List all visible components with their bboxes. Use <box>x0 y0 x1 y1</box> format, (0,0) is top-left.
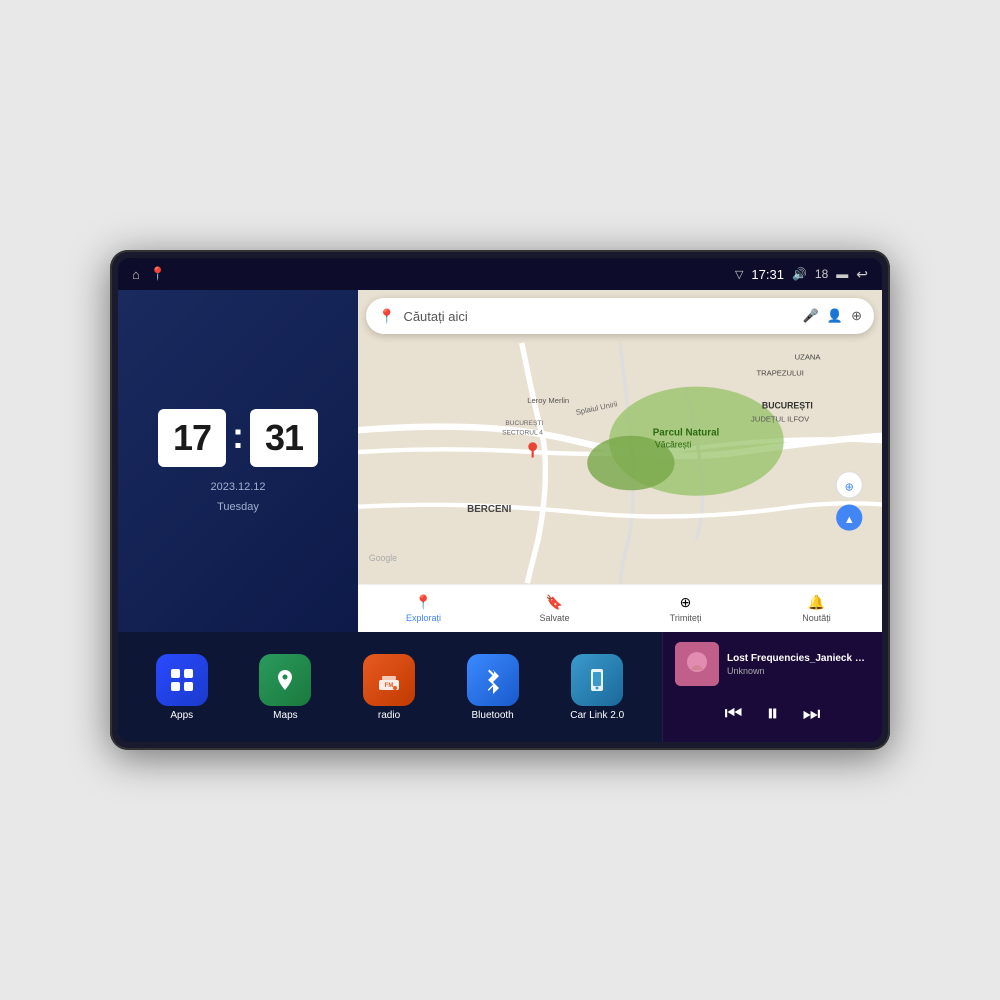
map-bottom-nav: 📍 Explorați 🔖 Salvate ⊕ Trimiteți 🔔 <box>358 584 882 632</box>
apps-label: Apps <box>170 710 193 721</box>
music-top-area: Lost Frequencies_Janieck Devy-... Unknow… <box>675 642 870 686</box>
app-item-radio[interactable]: FM radio <box>363 654 415 721</box>
bottom-section: Apps Maps <box>118 632 882 742</box>
app-item-apps[interactable]: Apps <box>156 654 208 721</box>
clock-minutes: 31 <box>250 409 318 467</box>
map-svg: Parcul Natural Văcărești BUCUREȘTI JUDEȚ… <box>358 342 882 584</box>
volume-icon: 🔊 <box>792 267 807 281</box>
svg-text:▲: ▲ <box>844 514 855 526</box>
map-search-bar[interactable]: 📍 Căutați aici 🎤 👤 ⊕ <box>366 298 874 334</box>
apps-dock: Apps Maps <box>118 632 662 742</box>
maps-pin-icon <box>271 666 299 694</box>
maps-icon[interactable]: 📍 <box>150 266 166 282</box>
map-search-icons: 🎤 👤 ⊕ <box>803 308 862 324</box>
news-icon: 🔔 <box>808 594 825 611</box>
carlink-icon-wrapper <box>571 654 623 706</box>
apps-grid-icon <box>168 666 196 694</box>
clock-widget: 17 : 31 2023.12.12 Tuesday <box>118 290 358 632</box>
music-artist: Unknown <box>727 666 870 676</box>
prev-button[interactable]: ⏮ <box>725 703 743 726</box>
map-search-text[interactable]: Căutați aici <box>403 309 794 324</box>
next-button[interactable]: ⏭ <box>803 703 821 726</box>
map-background: Parcul Natural Văcărești BUCUREȘTI JUDEȚ… <box>358 342 882 584</box>
news-label: Noutăți <box>802 613 831 623</box>
maps-icon-wrapper <box>259 654 311 706</box>
back-icon[interactable]: ↩ <box>856 266 868 283</box>
bluetooth-icon-wrapper <box>467 654 519 706</box>
send-icon: ⊕ <box>680 594 692 611</box>
svg-text:Leroy Merlin: Leroy Merlin <box>527 396 569 405</box>
mic-icon[interactable]: 🎤 <box>803 308 819 324</box>
saved-label: Salvate <box>539 613 569 623</box>
svg-text:JUDEȚUL ILFOV: JUDEȚUL ILFOV <box>751 415 810 424</box>
maps-label: Maps <box>273 710 297 721</box>
account-icon[interactable]: 👤 <box>827 308 843 324</box>
svg-text:SECTORUL 4: SECTORUL 4 <box>502 430 543 437</box>
radio-icon-wrapper: FM <box>363 654 415 706</box>
music-controls: ⏮ ⏸ ⏭ <box>675 700 870 732</box>
svg-text:UZANA: UZANA <box>795 352 822 361</box>
bluetooth-symbol-icon <box>479 666 507 694</box>
svg-text:BUCUREȘTI: BUCUREȘTI <box>505 420 543 427</box>
clock-display: 17 : 31 <box>158 409 318 467</box>
clock-date: 2023.12.12 <box>210 481 265 493</box>
app-item-bluetooth[interactable]: Bluetooth <box>467 654 519 721</box>
bluetooth-label: Bluetooth <box>471 710 513 721</box>
map-nav-send[interactable]: ⊕ Trimiteți <box>620 590 751 627</box>
screen: ⌂ 📍 ▽ 17:31 🔊 18 ▬ ↩ 17 : <box>118 258 882 742</box>
status-right-area: ▽ 17:31 🔊 18 ▬ ↩ <box>735 266 868 283</box>
map-nav-news[interactable]: 🔔 Noutăți <box>751 590 882 627</box>
main-content: 17 : 31 2023.12.12 Tuesday 📍 Căutați aic… <box>118 290 882 742</box>
home-icon[interactable]: ⌂ <box>132 267 140 282</box>
play-pause-button[interactable]: ⏸ <box>767 700 779 728</box>
svg-text:FM: FM <box>385 683 394 689</box>
status-time: 17:31 <box>751 267 784 282</box>
saved-icon: 🔖 <box>546 594 563 611</box>
app-item-maps[interactable]: Maps <box>259 654 311 721</box>
explore-icon: 📍 <box>415 594 432 611</box>
car-screen-device: ⌂ 📍 ▽ 17:31 🔊 18 ▬ ↩ 17 : <box>110 250 890 750</box>
radio-label: radio <box>378 710 400 721</box>
clock-colon: : <box>232 415 244 457</box>
svg-text:⊕: ⊕ <box>845 481 854 493</box>
battery-icon: ▬ <box>836 267 848 281</box>
volume-level: 18 <box>815 267 828 281</box>
svg-text:Văcărești: Văcărești <box>655 440 691 450</box>
album-art-svg <box>675 642 719 686</box>
explore-label: Explorați <box>406 613 441 623</box>
map-nav-saved[interactable]: 🔖 Salvate <box>489 590 620 627</box>
svg-text:TRAPEZULUI: TRAPEZULUI <box>756 369 803 378</box>
svg-text:Google: Google <box>369 553 397 563</box>
radio-wave-icon: FM <box>375 666 403 694</box>
layers-icon[interactable]: ⊕ <box>851 308 862 324</box>
map-nav-explore[interactable]: 📍 Explorați <box>358 590 489 627</box>
music-title: Lost Frequencies_Janieck Devy-... <box>727 653 870 664</box>
clock-day: Tuesday <box>217 501 259 513</box>
signal-icon: ▽ <box>735 268 743 281</box>
status-left-icons: ⌂ 📍 <box>132 266 166 282</box>
status-bar: ⌂ 📍 ▽ 17:31 🔊 18 ▬ ↩ <box>118 258 882 290</box>
svg-text:Parcul Natural: Parcul Natural <box>653 428 720 439</box>
send-label: Trimiteți <box>670 613 702 623</box>
svg-text:BERCENI: BERCENI <box>467 504 511 515</box>
map-widget[interactable]: 📍 Căutați aici 🎤 👤 ⊕ <box>358 290 882 632</box>
music-info: Lost Frequencies_Janieck Devy-... Unknow… <box>727 653 870 676</box>
top-section: 17 : 31 2023.12.12 Tuesday 📍 Căutați aic… <box>118 290 882 632</box>
map-pin-icon: 📍 <box>378 308 395 325</box>
carlink-label: Car Link 2.0 <box>570 710 624 721</box>
music-album-art <box>675 642 719 686</box>
music-player: Lost Frequencies_Janieck Devy-... Unknow… <box>662 632 882 742</box>
apps-icon-wrapper <box>156 654 208 706</box>
app-item-carlink[interactable]: Car Link 2.0 <box>570 654 624 721</box>
clock-hours: 17 <box>158 409 226 467</box>
svg-text:BUCUREȘTI: BUCUREȘTI <box>762 400 813 410</box>
carlink-phone-icon <box>583 666 611 694</box>
